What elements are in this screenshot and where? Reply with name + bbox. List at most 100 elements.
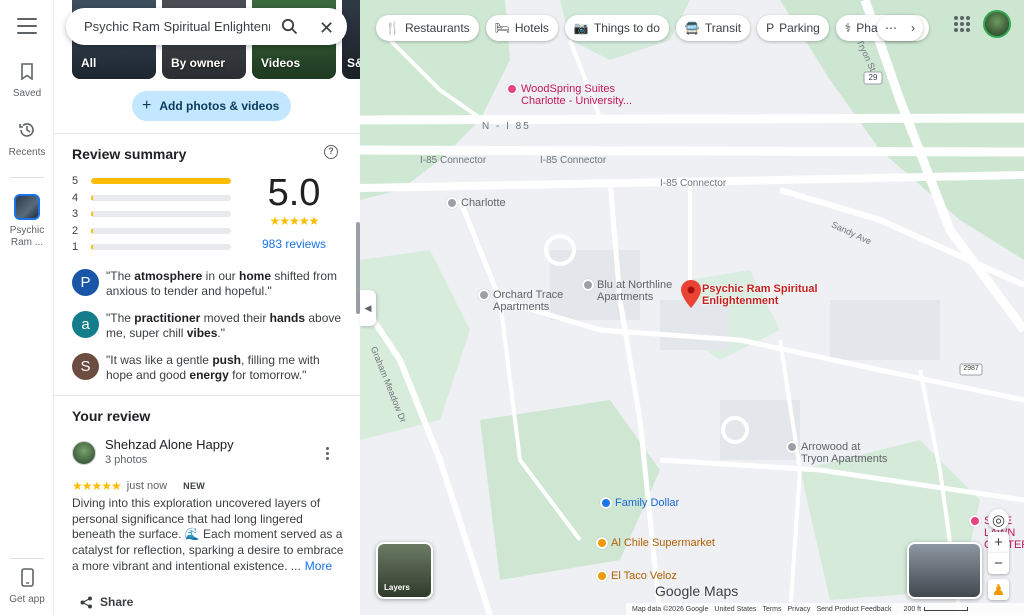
feedback-link[interactable]: Send Product Feedback	[816, 606, 891, 613]
review-body: Diving into this exploration uncovered l…	[72, 496, 344, 575]
review-meta: ★★★★★ just now NEW	[72, 479, 205, 493]
country-link[interactable]: United States	[714, 606, 756, 613]
chevron-left-icon: ◀	[364, 302, 372, 313]
rating-stars-icon: ★★★★★	[269, 214, 320, 228]
rating-bar-fill	[91, 211, 93, 218]
left-rail: Saved Recents Psychic Ram ... Get app	[0, 0, 54, 615]
more-options-icon[interactable]	[326, 447, 330, 462]
reviews-count-link[interactable]: 983 reviews	[259, 237, 329, 251]
quote-highlight: home	[239, 269, 272, 283]
rail-saved[interactable]: Saved	[0, 60, 54, 99]
review-quote[interactable]: a "The practitioner moved their hands abo…	[72, 311, 347, 341]
pegman-icon[interactable]: ♟	[988, 579, 1009, 600]
quote-highlight: hands	[269, 311, 306, 325]
zoom-out-button[interactable]: −	[988, 553, 1009, 574]
rating-bar-track	[91, 194, 231, 201]
rating-bar-fill	[91, 178, 231, 185]
poi-woodspring[interactable]: WoodSpring Suites Charlotte - University.…	[506, 83, 632, 107]
avatar[interactable]	[72, 441, 96, 465]
rating-bar-track	[91, 178, 231, 185]
chip-label: Restaurants	[404, 21, 470, 35]
search-input[interactable]: Psychic Ram Spiritual Enlightenment	[84, 19, 270, 34]
category-chips: 🍴 Restaurants 🛏 Hotels 📷 Things to do 🚍 Transit…	[376, 15, 936, 41]
map-footer: Map data ©2026 Google United States Term…	[626, 603, 1024, 615]
account-avatar[interactable]	[983, 10, 1011, 38]
place-thumbnail	[14, 194, 40, 220]
i85-connector-label-2: I-85 Connector	[540, 155, 607, 166]
poi-blu-sub: Apartments	[597, 291, 654, 303]
quote-highlight: atmosphere	[134, 269, 203, 283]
poi-arrowood-sub: Tryon Apartments	[801, 453, 888, 465]
apartment-icon	[582, 279, 594, 291]
chip-transit[interactable]: 🚍 Transit	[675, 15, 751, 41]
rating-bar-track	[91, 227, 231, 234]
collapse-panel-button[interactable]: ◀	[360, 290, 376, 326]
photo-tab-by-owner-label: By owner	[171, 56, 226, 70]
location-pin-icon[interactable]	[681, 280, 701, 308]
search-box[interactable]: Psychic Ram Spiritual Enlightenment ✕	[66, 8, 347, 45]
rail-get-app[interactable]: Get app	[0, 566, 54, 605]
poi-taco[interactable]: El Taco Veloz	[596, 570, 677, 582]
review-text: Diving into this exploration uncovered l…	[72, 496, 344, 573]
rail-place-label: Psychic Ram ...	[9, 225, 45, 248]
info-icon[interactable]: ?	[324, 145, 338, 159]
photo-tab-videos-label: Videos	[261, 56, 301, 70]
chip-parking[interactable]: P Parking	[757, 15, 829, 41]
share-button[interactable]: Share	[80, 595, 133, 609]
chip-restaurants[interactable]: 🍴 Restaurants	[376, 15, 479, 41]
poi-chile[interactable]: Al Chile Supermarket	[596, 537, 715, 549]
rating-bar-track	[91, 244, 231, 251]
my-location-icon[interactable]: ◎	[988, 509, 1009, 530]
rating-value: 5.0	[267, 172, 321, 214]
privacy-link[interactable]: Privacy	[787, 606, 810, 613]
street-view-thumbnail[interactable]	[907, 542, 982, 599]
shopping-icon	[969, 515, 981, 527]
poi-arrowood[interactable]: Arrowood at Tryon Apartments	[786, 441, 887, 465]
rating-bar-track	[91, 211, 231, 218]
reviewer-name[interactable]: Shehzad Alone Happy	[105, 437, 234, 452]
review-quote[interactable]: P "The atmosphere in our home shifted fro…	[72, 269, 347, 299]
pin-label-line-1: Psychic Ram Spiritual	[702, 283, 818, 295]
add-photos-button[interactable]: + Add photos & videos	[132, 91, 292, 121]
layers-button[interactable]: Layers	[376, 542, 433, 599]
rail-recents[interactable]: Recents	[0, 119, 54, 158]
review-quote-text: "The atmosphere in our home shifted from…	[106, 269, 347, 299]
chip-hotels[interactable]: 🛏 Hotels	[485, 15, 558, 41]
rail-place[interactable]: Psychic Ram ...	[0, 194, 54, 249]
restaurant-icon	[596, 537, 608, 549]
avatar: S	[72, 353, 99, 380]
rating-distribution: 5 4 3 2 1	[72, 173, 232, 256]
quote-highlight: push	[212, 353, 241, 367]
poi-family-dollar[interactable]: Family Dollar	[600, 497, 679, 509]
pin-label[interactable]: Psychic Ram Spiritual Enlightenment	[702, 283, 818, 307]
rating-bar-row: 3	[72, 206, 232, 223]
poi-charlotte-name: Charlotte	[461, 197, 506, 209]
review-quote[interactable]: S "It was like a gentle push, filling me …	[72, 353, 347, 383]
zoom-in-button[interactable]: +	[988, 532, 1009, 553]
chips-more-button[interactable]: ⋯ ›	[877, 15, 923, 41]
pin-label-line-2: Enlightenment	[702, 295, 779, 307]
add-photos-label: Add photos & videos	[159, 99, 280, 113]
poi-orchard[interactable]: Orchard Trace Apartments	[478, 289, 563, 313]
place-panel: All By owner Videos S& + Add photos & vi…	[54, 0, 360, 615]
search-icon[interactable]	[281, 18, 298, 35]
chip-label: Transit	[704, 21, 742, 35]
plus-icon: +	[142, 97, 152, 114]
photo-tab-more[interactable]: S&	[342, 0, 360, 79]
chip-things-to-do[interactable]: 📷 Things to do	[564, 15, 669, 41]
reviewer-photos: 3 photos	[105, 454, 148, 466]
poi-blu[interactable]: Blu at Northline Apartments	[582, 279, 672, 303]
poi-charlotte[interactable]: Charlotte	[446, 197, 506, 209]
close-icon[interactable]: ✕	[319, 18, 334, 39]
terms-link[interactable]: Terms	[762, 606, 781, 613]
quote-fragment: "The	[106, 311, 135, 325]
apps-grid-icon[interactable]	[954, 16, 970, 32]
apartment-icon	[478, 289, 490, 301]
scale-bar[interactable]: 200 ft	[898, 606, 969, 613]
rail-divider-bottom	[10, 558, 44, 559]
chip-icon: 🛏	[494, 21, 510, 35]
more-link[interactable]: More	[305, 559, 332, 573]
photo-tab-all-label: All	[81, 56, 97, 70]
menu-icon[interactable]	[17, 18, 37, 36]
quote-fragment: "The	[106, 269, 135, 283]
